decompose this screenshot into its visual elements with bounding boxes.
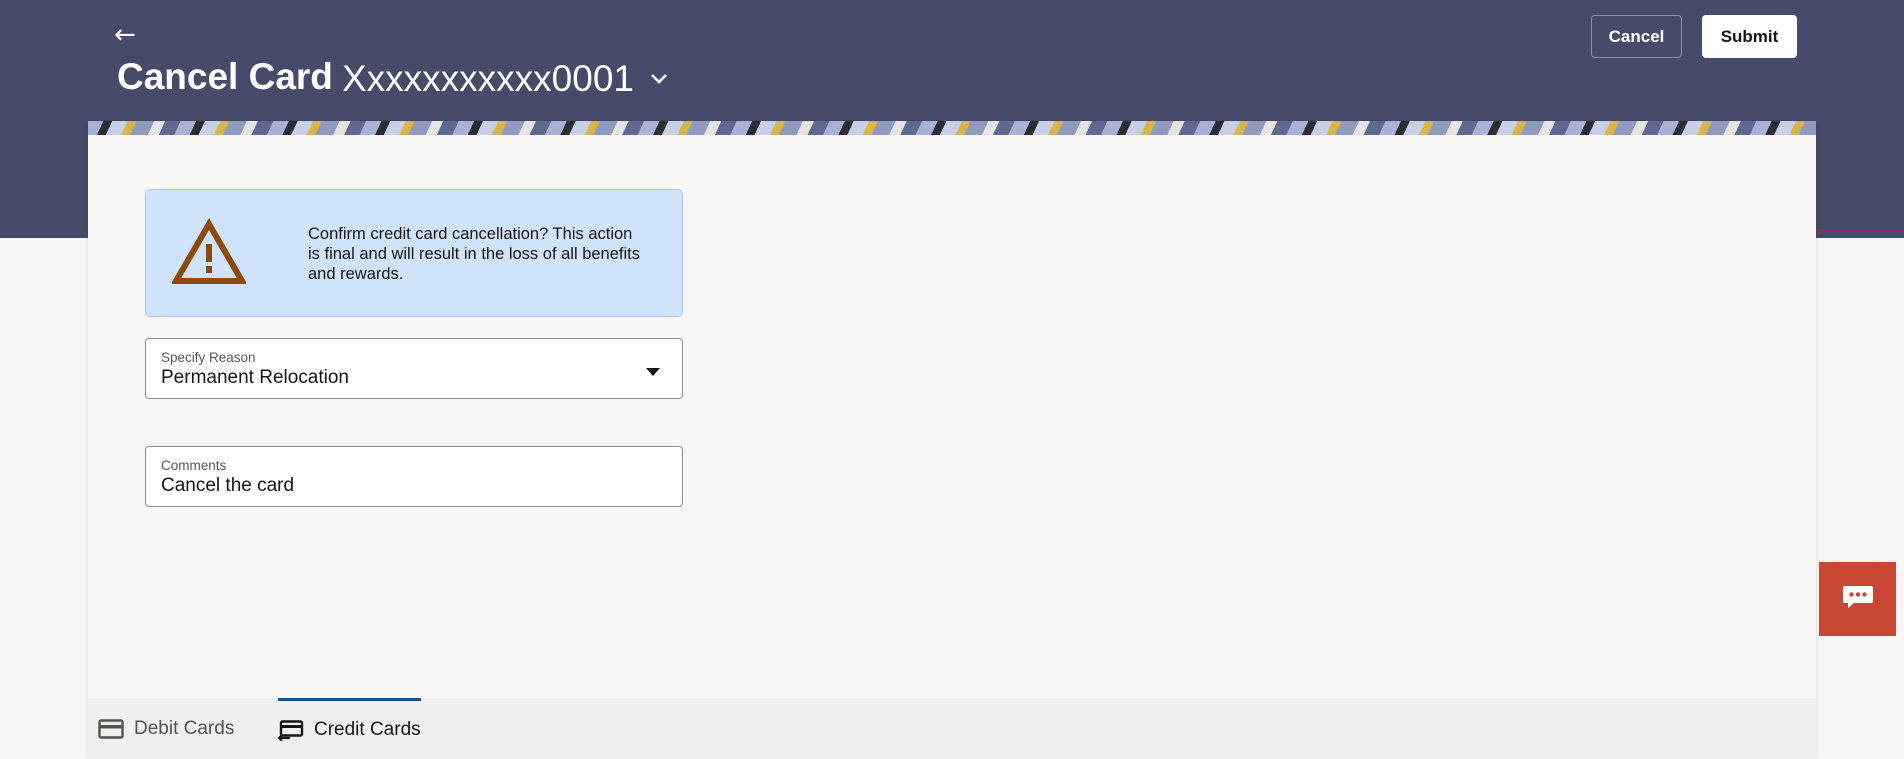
- comments-value: Cancel the card: [161, 475, 295, 496]
- chevron-down-icon: [648, 68, 670, 90]
- caret-down-icon: [646, 364, 660, 376]
- chat-bubble-icon: [1842, 584, 1874, 615]
- main-panel: Confirm credit card cancellation? This a…: [88, 121, 1816, 759]
- reason-value: Permanent Relocation: [161, 367, 349, 388]
- card-type-tabs: Debit Cards Credit Cards: [88, 698, 1816, 759]
- reason-select[interactable]: Specify Reason Permanent Relocation: [145, 338, 683, 399]
- card-number: Xxxxxxxxxxx0001: [342, 58, 634, 99]
- back-arrow-icon[interactable]: ←: [114, 22, 142, 50]
- cancel-button[interactable]: Cancel: [1591, 15, 1682, 58]
- page-title: Cancel Card: [117, 56, 333, 97]
- header-accent-line: [1816, 229, 1904, 231]
- submit-button[interactable]: Submit: [1702, 15, 1797, 58]
- tab-debit-cards-label: Debit Cards: [134, 717, 235, 739]
- card-icon: [98, 718, 124, 740]
- reason-label: Specify Reason: [161, 350, 256, 365]
- comments-field[interactable]: Comments Cancel the card: [145, 446, 683, 507]
- card-transfer-icon: [277, 719, 304, 742]
- card-pattern-banner: [88, 121, 1816, 135]
- tab-debit-cards[interactable]: Debit Cards: [98, 698, 234, 759]
- card-number-selector[interactable]: Xxxxxxxxxxx0001: [342, 56, 670, 102]
- chat-button[interactable]: [1819, 562, 1896, 636]
- warning-message: Confirm credit card cancellation? This a…: [308, 225, 640, 283]
- comments-label: Comments: [161, 458, 227, 473]
- warning-triangle-icon: [170, 218, 248, 286]
- warning-alert: Confirm credit card cancellation? This a…: [145, 189, 683, 317]
- tab-credit-cards[interactable]: Credit Cards: [277, 698, 421, 759]
- tab-credit-cards-label: Credit Cards: [314, 719, 421, 740]
